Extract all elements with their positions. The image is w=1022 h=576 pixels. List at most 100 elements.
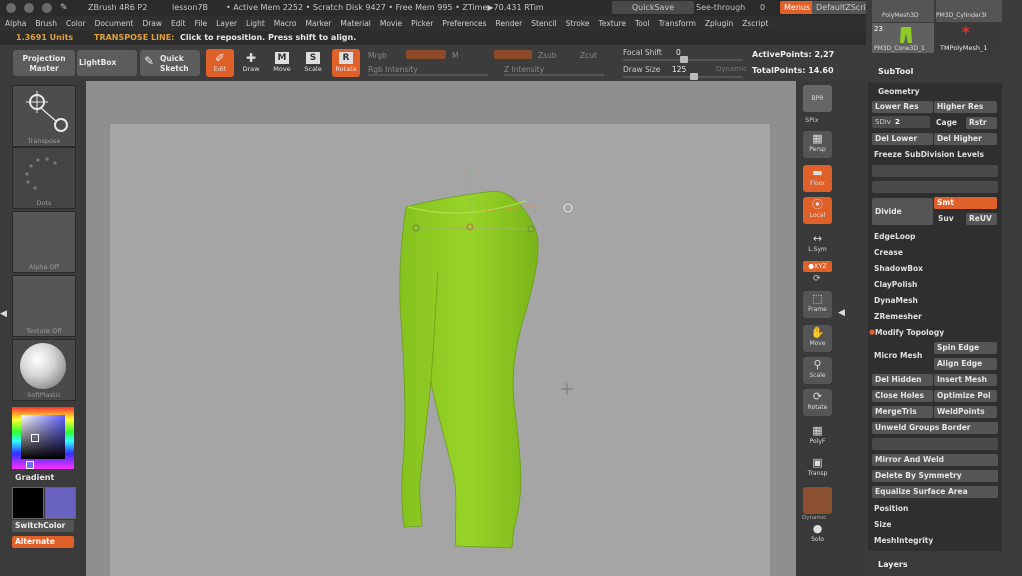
menu-color[interactable]: Color <box>61 16 90 31</box>
viewport-overlay[interactable] <box>86 81 796 576</box>
menu-picker[interactable]: Picker <box>406 16 437 31</box>
transp-button[interactable]: ▣ Transp <box>803 455 832 482</box>
move-tool-button[interactable]: M Move <box>268 49 296 77</box>
draw-size-value[interactable]: 125 <box>672 65 686 74</box>
subtool-thumb-polymesh3d[interactable]: PolyMesh3D <box>872 0 934 22</box>
alpha-slot[interactable]: Alpha Off <box>12 211 76 273</box>
edit-tool-button[interactable]: ✐ Edit <box>206 49 234 77</box>
window-control-icon[interactable] <box>6 3 16 13</box>
meshintegrity-section[interactable]: MeshIntegrity <box>874 536 933 545</box>
color-picker[interactable] <box>12 407 74 469</box>
pants-mesh[interactable] <box>399 190 539 549</box>
align-edge-button[interactable]: Align Edge <box>934 358 997 370</box>
position-section[interactable]: Position <box>874 504 908 513</box>
menu-marker[interactable]: Marker <box>300 16 335 31</box>
gradient-label[interactable]: Gradient <box>15 473 54 482</box>
equalize-surface-area-button[interactable]: Equalize Surface Area <box>872 486 998 498</box>
crease-section[interactable]: Crease <box>874 248 903 257</box>
spix-label[interactable]: SPix <box>805 116 819 124</box>
lsym-button[interactable]: ↔ L.Sym <box>803 231 832 258</box>
menu-movie[interactable]: Movie <box>375 16 406 31</box>
main-color-swatch[interactable] <box>12 487 44 519</box>
color-square[interactable] <box>21 415 65 459</box>
local-button[interactable]: ⦿ Local <box>803 197 832 224</box>
spin-edge-button[interactable]: Spin Edge <box>934 342 997 354</box>
quicksave-button[interactable]: QuickSave <box>612 1 694 14</box>
rotate-tool-button[interactable]: R Rotate <box>332 49 360 77</box>
subtool-thumb-cone[interactable]: 23 PM3D_Cone3D_1 <box>872 23 934 53</box>
menu-stroke[interactable]: Stroke <box>561 16 594 31</box>
rgb-intensity-slider[interactable]: Rgb Intensity <box>368 65 418 74</box>
draw-tool-button[interactable]: ✚ Draw <box>237 49 265 77</box>
sdiv-slider[interactable]: SDiv 2 <box>872 116 930 128</box>
menu-edit[interactable]: Edit <box>166 16 190 31</box>
texture-slot[interactable]: Texture Off <box>12 275 76 337</box>
persp-button[interactable]: ▦ Persp <box>803 131 832 158</box>
lightbox-button[interactable]: LightBox <box>77 50 137 76</box>
del-lower-button[interactable]: Del Lower <box>872 133 933 145</box>
menu-file[interactable]: File <box>190 16 212 31</box>
menu-alpha[interactable]: Alpha <box>0 16 30 31</box>
menus-button[interactable]: Menus <box>780 1 815 14</box>
scale-tool-button[interactable]: S Scale <box>299 49 327 77</box>
menu-zplugin[interactable]: Zplugin <box>700 16 737 31</box>
z-intensity-slider[interactable]: Z Intensity <box>504 65 544 74</box>
menu-zscript[interactable]: Zscript <box>737 16 772 31</box>
menu-material[interactable]: Material <box>335 16 374 31</box>
window-control-icon[interactable] <box>42 3 52 13</box>
edgeloop-section[interactable]: EdgeLoop <box>874 232 915 241</box>
del-hidden-button[interactable]: Del Hidden <box>872 374 933 386</box>
rstr-button[interactable]: Rstr <box>966 117 997 129</box>
zsub-toggle[interactable]: Zsub <box>538 51 557 60</box>
mergetris-button[interactable]: MergeTris <box>872 406 933 418</box>
see-through-value[interactable]: 0 <box>756 1 769 14</box>
cage-button[interactable]: Cage <box>936 118 957 127</box>
menu-texture[interactable]: Texture <box>594 16 630 31</box>
menu-stencil[interactable]: Stencil <box>526 16 560 31</box>
menu-macro[interactable]: Macro <box>269 16 301 31</box>
menu-preferences[interactable]: Preferences <box>437 16 490 31</box>
unweld-groups-border-button[interactable]: Unweld Groups Border <box>872 422 998 434</box>
micro-mesh-button[interactable]: Micro Mesh <box>874 351 922 360</box>
subtool-header[interactable]: SubTool <box>878 67 913 76</box>
ghost-button[interactable] <box>803 487 832 514</box>
claypolish-section[interactable]: ClayPolish <box>874 280 917 289</box>
secondary-color-swatch[interactable] <box>45 487 76 519</box>
size-section[interactable]: Size <box>874 520 891 529</box>
suv-toggle[interactable]: Suv <box>938 214 954 223</box>
subtool-thumb-cylinder[interactable]: PM3D_Cylinder3I <box>936 0 1002 22</box>
bpr-button[interactable]: BPR <box>803 85 832 112</box>
material-slot[interactable]: SoftPlastic <box>12 339 76 401</box>
transpose-brush-slot[interactable]: Transpose <box>12 85 76 147</box>
del-higher-button[interactable]: Del Higher <box>934 133 997 145</box>
stroke-slot[interactable]: Dots <box>12 147 76 209</box>
focal-shift-handle[interactable] <box>680 56 688 63</box>
shadowbox-section[interactable]: ShadowBox <box>874 264 923 273</box>
close-holes-button[interactable]: Close Holes <box>872 390 933 402</box>
window-control-icon[interactable] <box>24 3 34 13</box>
menu-document[interactable]: Document <box>90 16 138 31</box>
modify-topology-section[interactable]: Modify Topology <box>875 328 944 337</box>
alternate-button[interactable]: Alternate <box>12 536 74 548</box>
rotate-view-button[interactable]: ⟳ Rotate <box>803 389 832 416</box>
reuv-button[interactable]: ReUV <box>966 213 997 225</box>
collapse-left-tray-icon[interactable]: ◀ <box>0 309 7 325</box>
xyz-toggle[interactable]: ●XYZ <box>803 261 832 272</box>
projection-master-button[interactable]: Projection Master <box>13 50 75 76</box>
menu-transform[interactable]: Transform <box>654 16 700 31</box>
draw-size-slider[interactable] <box>623 76 743 78</box>
scale-view-button[interactable]: ⚲ Scale <box>803 357 832 384</box>
subtool-thumb-tmpolymesh[interactable]: ✶ TMPolyMesh_1 <box>936 23 1002 53</box>
mirror-and-weld-button[interactable]: Mirror And Weld <box>872 454 998 466</box>
menu-tool[interactable]: Tool <box>630 16 654 31</box>
frame-button[interactable]: ⬚ Frame <box>803 291 832 318</box>
zremesher-section[interactable]: ZRemesher <box>874 312 922 321</box>
zadd-toggle[interactable] <box>494 50 532 59</box>
layers-header[interactable]: Layers <box>878 560 908 569</box>
delete-by-symmetry-button[interactable]: Delete By Symmetry <box>872 470 998 482</box>
floor-button[interactable]: ▬ Floor <box>803 165 832 192</box>
lower-res-button[interactable]: Lower Res <box>872 101 933 113</box>
menu-light[interactable]: Light <box>241 16 269 31</box>
polyf-button[interactable]: ▦ PolyF <box>803 423 832 450</box>
geometry-header[interactable]: Geometry <box>878 87 919 96</box>
